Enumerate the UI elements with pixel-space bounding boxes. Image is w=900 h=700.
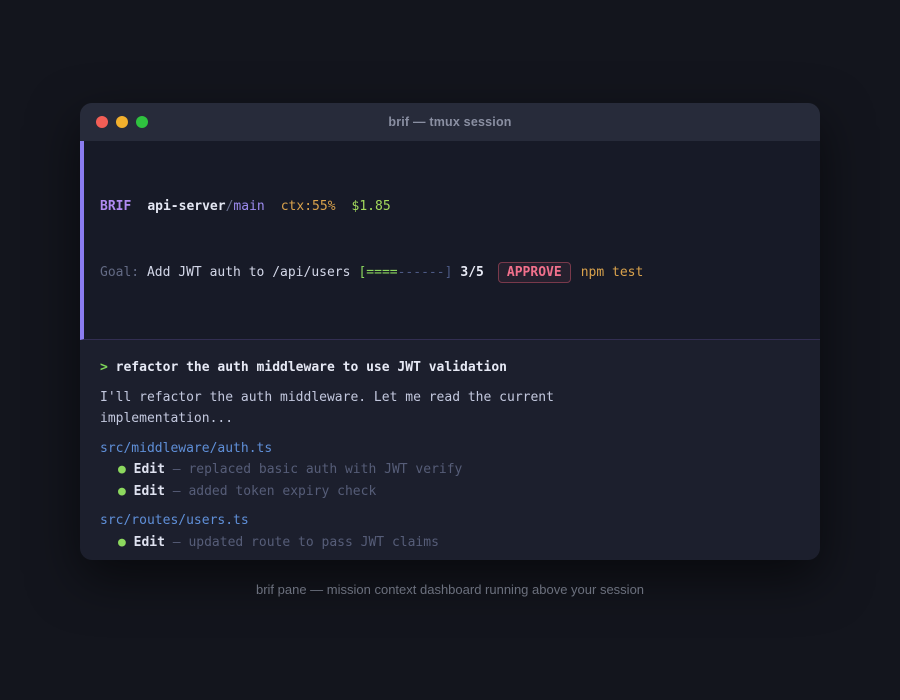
close-button[interactable] bbox=[96, 116, 108, 128]
edit-action-label: Edit bbox=[134, 484, 165, 499]
user-command: refactor the auth middleware to use JWT … bbox=[116, 360, 507, 375]
session-cost: $1.85 bbox=[352, 199, 391, 214]
progress-bracket-close: ] bbox=[445, 265, 453, 280]
progress-filled: ==== bbox=[366, 265, 397, 280]
edit-description: — updated route to pass JWT claims bbox=[165, 535, 439, 550]
edit-description: — added token expiry check bbox=[165, 484, 376, 499]
brif-status-pane: BRIFapi-server/mainctx:55%$1.85 Goal: Ad… bbox=[80, 141, 820, 340]
traffic-lights bbox=[96, 103, 148, 141]
terminal-line: > refactor the auth middleware to use JW… bbox=[100, 357, 800, 379]
pending-command: npm test bbox=[581, 265, 644, 280]
context-usage: ctx:55% bbox=[281, 199, 336, 214]
titlebar[interactable]: brif — tmux session bbox=[80, 103, 820, 141]
edit-action-label: Edit bbox=[134, 535, 165, 550]
terminal-line: I'll refactor the auth middleware. Let m… bbox=[100, 387, 800, 409]
goal-text: Add JWT auth to /api/users bbox=[147, 265, 351, 280]
terminal-line: src/routes/users.ts bbox=[100, 510, 800, 532]
brif-goal-row: Goal: Add JWT auth to /api/users[====---… bbox=[100, 262, 804, 284]
bullet-icon: ● bbox=[118, 462, 134, 477]
bullet-icon: ● bbox=[118, 484, 134, 499]
repo-name: api-server bbox=[147, 199, 225, 214]
file-path: src/middleware/auth.ts bbox=[100, 441, 272, 456]
edit-description: — replaced basic auth with JWT verify bbox=[165, 462, 462, 477]
file-path: src/routes/users.ts bbox=[100, 513, 249, 528]
edit-action-label: Edit bbox=[134, 462, 165, 477]
minimize-button[interactable] bbox=[116, 116, 128, 128]
terminal-output[interactable]: > refactor the auth middleware to use JW… bbox=[80, 340, 820, 560]
terminal-line: ● Edit — replaced basic auth with JWT ve… bbox=[100, 459, 800, 481]
terminal-line: src/middleware/auth.ts bbox=[100, 438, 800, 460]
terminal-window: brif — tmux session BRIFapi-server/mainc… bbox=[80, 103, 820, 560]
assistant-message: implementation... bbox=[100, 411, 233, 426]
bullet-icon: ● bbox=[118, 535, 134, 550]
app-name: BRIF bbox=[100, 199, 131, 214]
brif-header-row: BRIFapi-server/mainctx:55%$1.85 bbox=[100, 196, 804, 218]
approve-button[interactable]: APPROVE bbox=[498, 262, 571, 283]
prompt-chevron: > bbox=[100, 360, 116, 375]
zoom-button[interactable] bbox=[136, 116, 148, 128]
assistant-message: I'll refactor the auth middleware. Let m… bbox=[100, 390, 554, 405]
branch-name: main bbox=[233, 199, 264, 214]
terminal-line: implementation... bbox=[100, 408, 800, 430]
terminal-line: ● Edit — added token expiry check bbox=[100, 481, 800, 503]
progress-empty: ------ bbox=[398, 265, 445, 280]
terminal-line: ● Edit — updated route to pass JWT claim… bbox=[100, 532, 800, 554]
progress-count: 3/5 bbox=[460, 265, 483, 280]
page-caption: brif pane — mission context dashboard ru… bbox=[0, 582, 900, 597]
window-title: brif — tmux session bbox=[388, 115, 511, 129]
goal-label: Goal: bbox=[100, 265, 147, 280]
